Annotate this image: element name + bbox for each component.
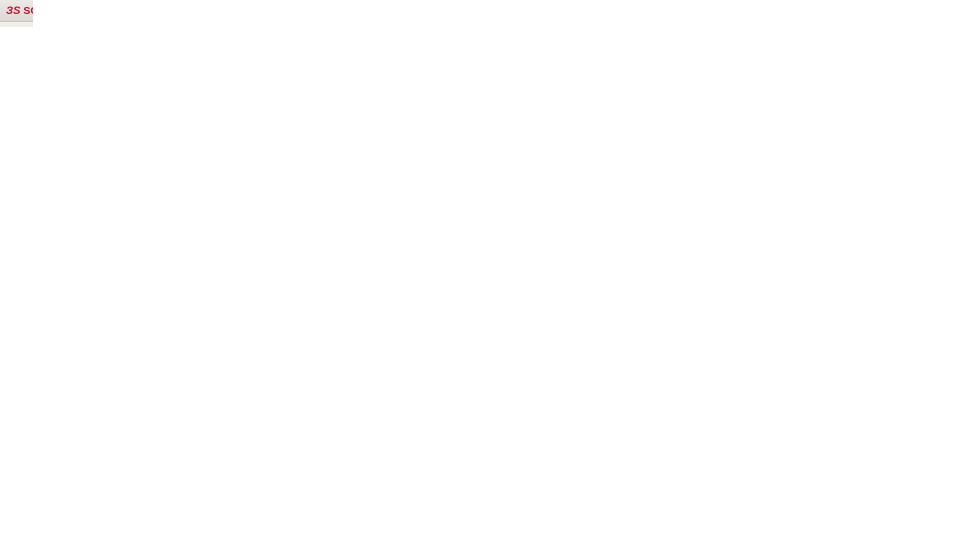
3ds-logo-icon	[6, 5, 20, 17]
quick-access-button[interactable]	[5, 26, 24, 27]
command-ribbon: Edit Component Insert Components Mate Co…	[0, 22, 33, 27]
solidworks-window: SOLIDWORKS Connected FileEditViewInsertT…	[0, 0, 33, 27]
app-logo-text: SOLIDWORKS Connected	[23, 4, 33, 17]
home-icon	[5, 26, 20, 27]
back-icon	[27, 26, 33, 27]
quick-access-toolbar	[0, 22, 33, 27]
titlebar: SOLIDWORKS Connected FileEditViewInsertT…	[0, 0, 33, 22]
quick-access-button[interactable]	[27, 26, 33, 27]
